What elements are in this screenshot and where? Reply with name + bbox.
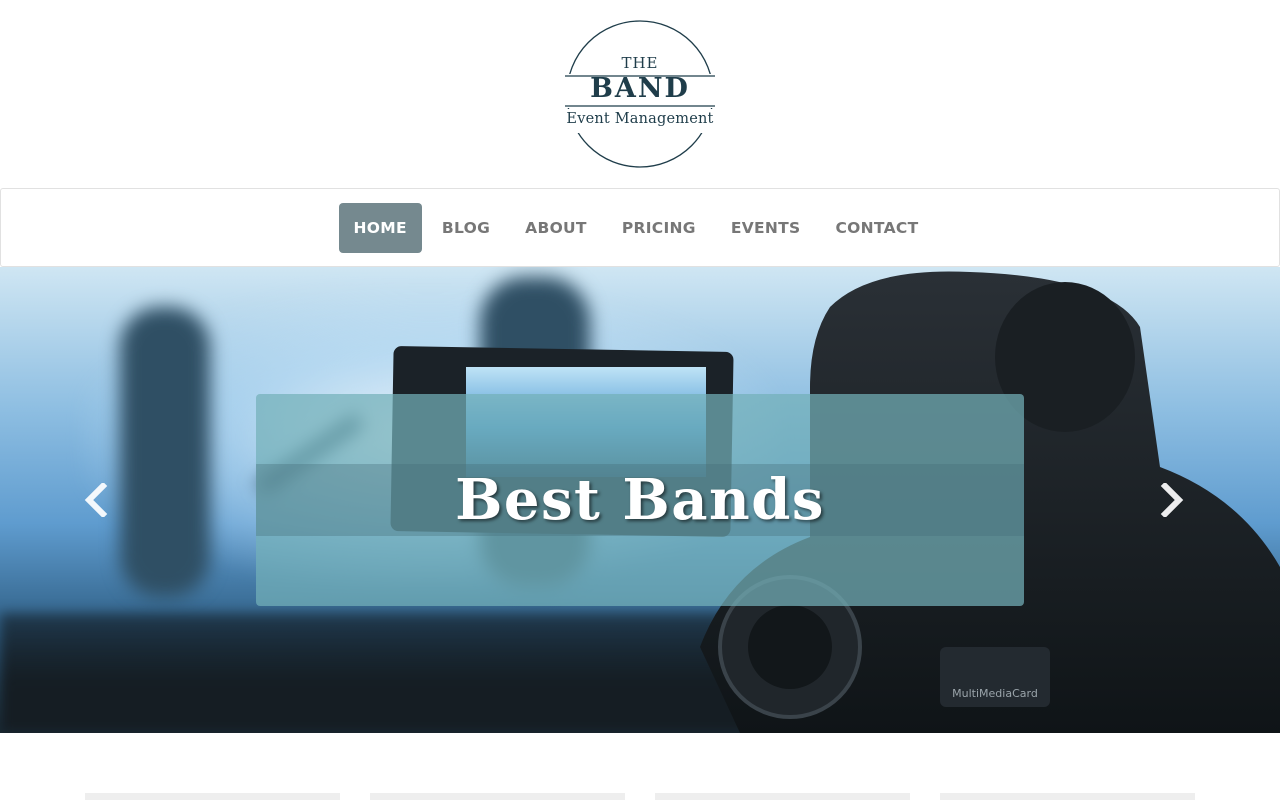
feature-card <box>85 793 340 800</box>
logo-the-text: THE <box>621 54 659 72</box>
logo-subtitle-text: Event Management <box>566 111 714 127</box>
performer-silhouette <box>120 307 210 597</box>
main-navbar: HOME BLOG ABOUT PRICING EVENTS CONTACT <box>0 188 1280 267</box>
logo-band-text: BAND <box>590 73 690 104</box>
nav-item-home[interactable]: HOME <box>338 202 422 253</box>
nav-list: HOME BLOG ABOUT PRICING EVENTS CONTACT <box>336 202 936 253</box>
chevron-right-icon <box>1160 483 1184 517</box>
carousel-next-button[interactable] <box>1142 475 1202 525</box>
nav-item-pricing[interactable]: PRICING <box>607 203 711 253</box>
feature-card <box>940 793 1195 800</box>
carousel-caption: Best Bands <box>256 394 1024 606</box>
nav-item-contact[interactable]: CONTACT <box>821 203 934 253</box>
hero-carousel: MultiMediaCard Best Bands <box>0 267 1280 733</box>
feature-cards-row <box>85 793 1195 800</box>
carousel-prev-button[interactable] <box>66 475 126 525</box>
nav-item-about[interactable]: ABOUT <box>510 203 602 253</box>
chevron-left-icon <box>84 483 108 517</box>
nav-item-events[interactable]: EVENTS <box>716 203 816 253</box>
header-logo-area: THE BAND Event Management <box>0 0 1280 188</box>
band-logo[interactable]: THE BAND Event Management <box>564 19 716 169</box>
feature-card <box>370 793 625 800</box>
feature-card <box>655 793 910 800</box>
nav-item-blog[interactable]: BLOG <box>427 203 505 253</box>
svg-text:MultiMediaCard: MultiMediaCard <box>952 687 1038 700</box>
carousel-caption-title: Best Bands <box>455 467 825 533</box>
